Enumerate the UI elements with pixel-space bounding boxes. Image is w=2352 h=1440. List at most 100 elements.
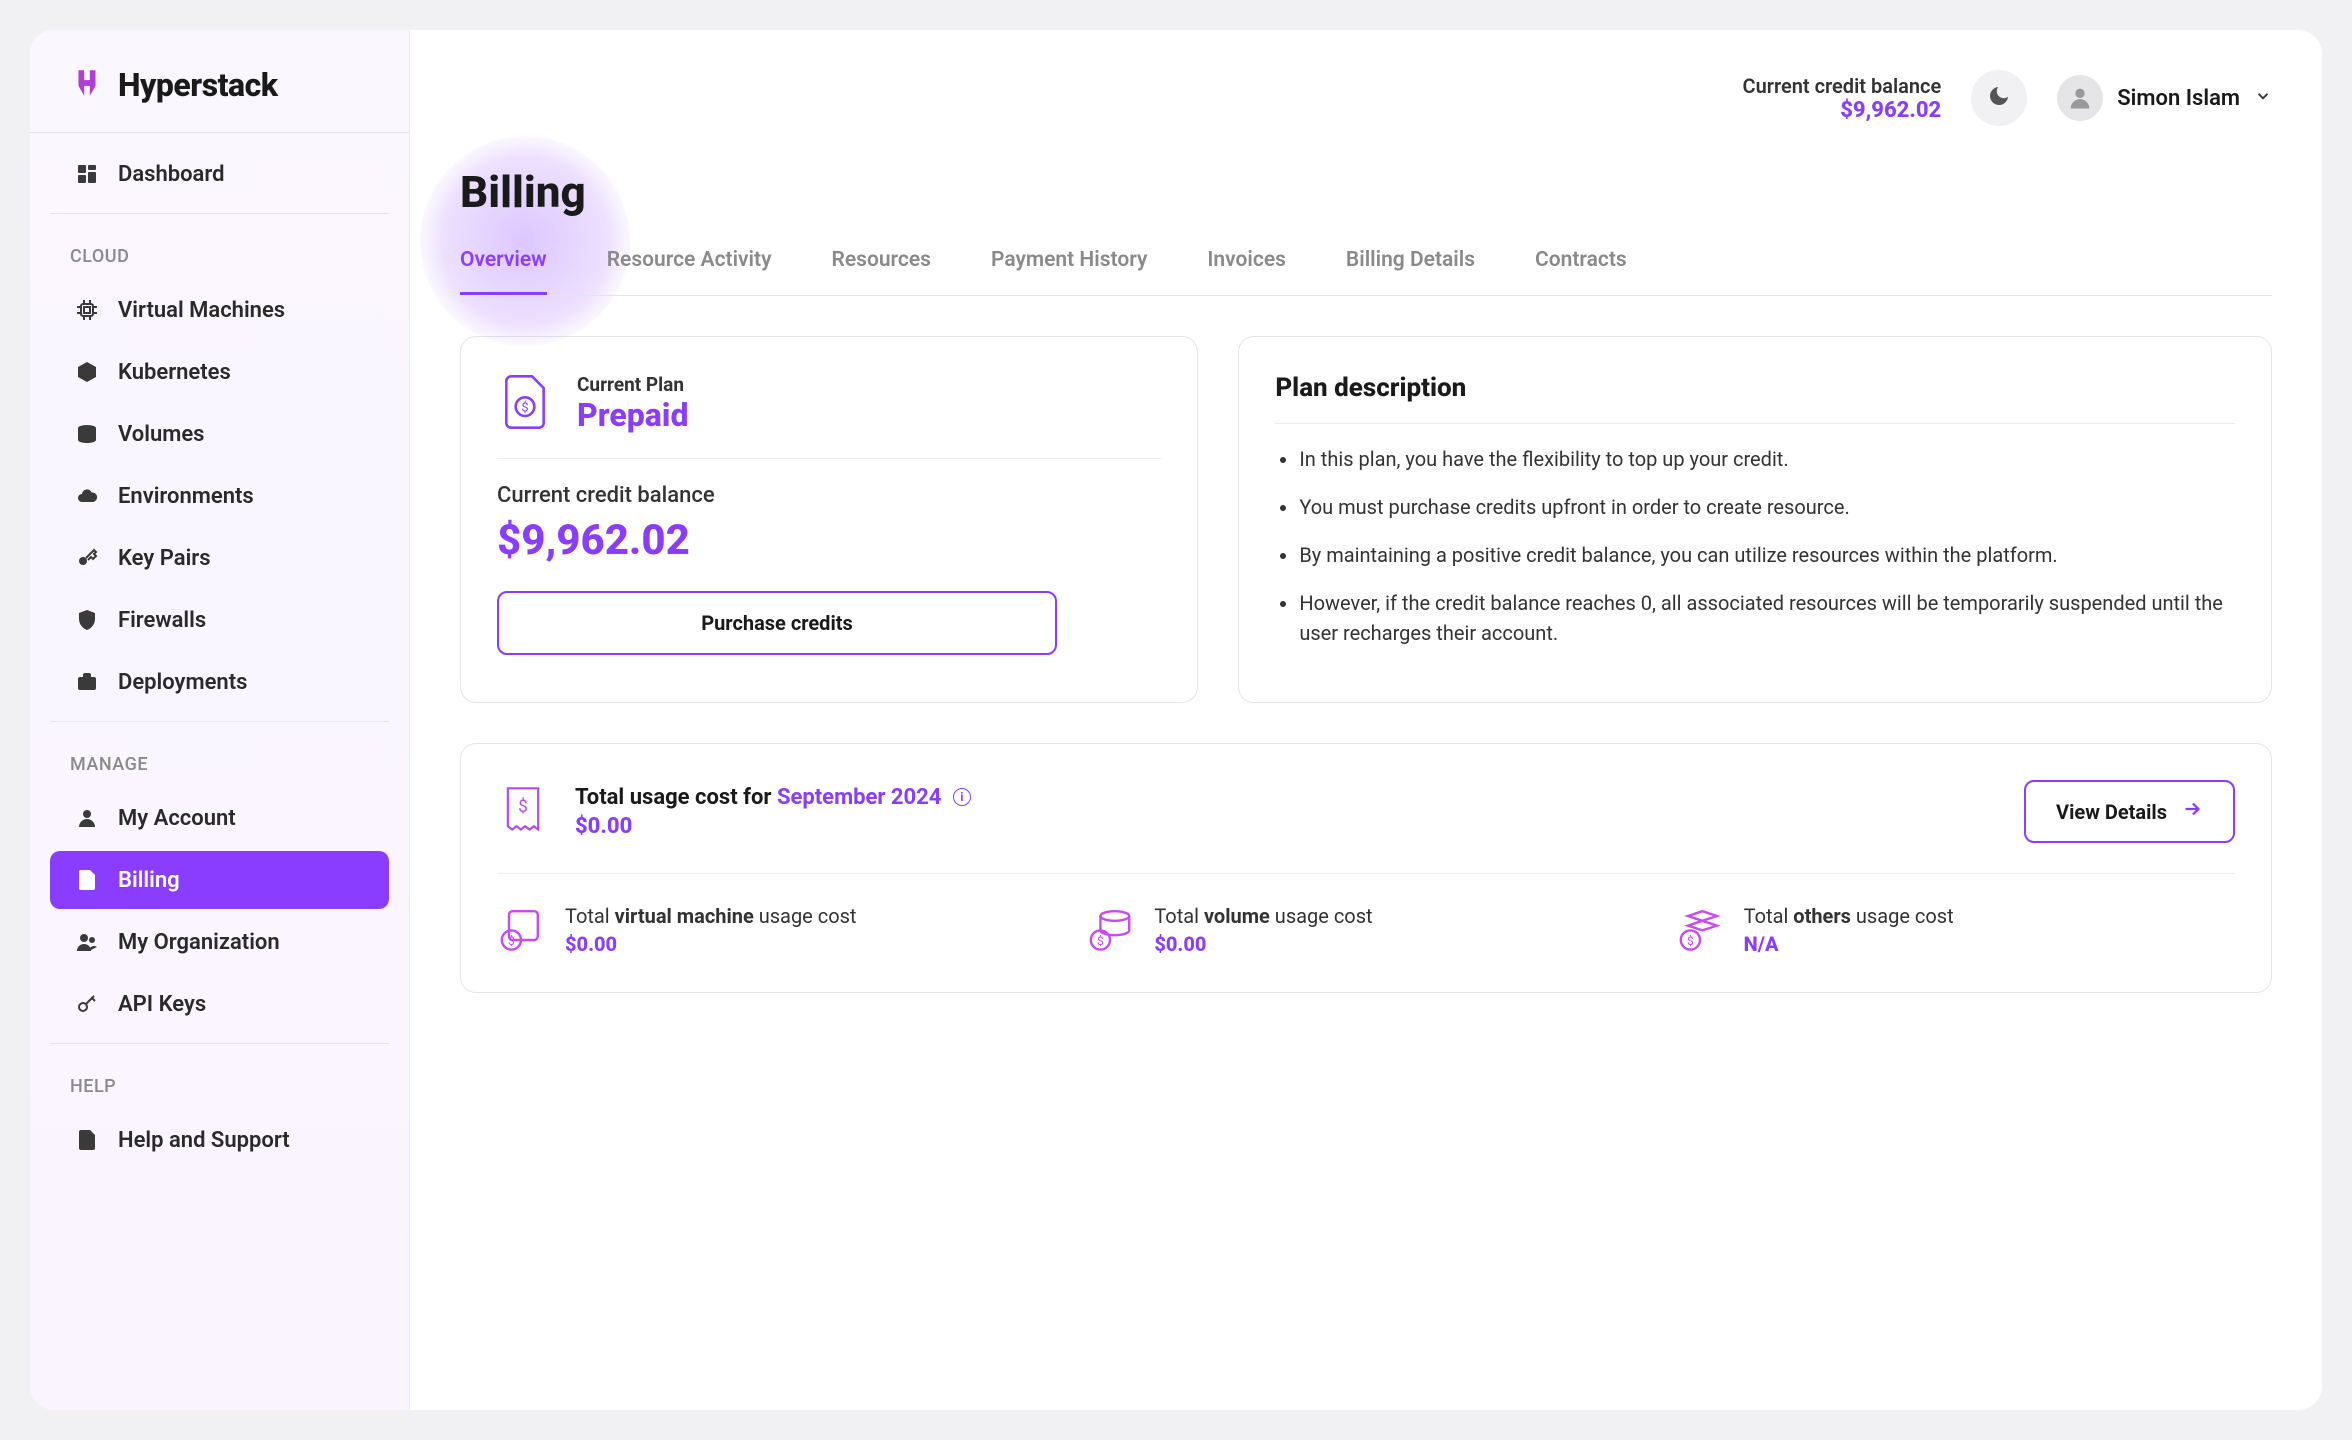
sidebar-item-label: My Organization — [118, 930, 280, 955]
usage-header: $ Total usage cost for September 2024 i … — [497, 780, 2235, 874]
sidebar-item-label: Key Pairs — [118, 546, 211, 571]
brand-logo[interactable]: Hyperstack — [30, 66, 409, 133]
sidebar-item-label: Billing — [118, 868, 180, 893]
sidebar-item-label: API Keys — [118, 992, 206, 1017]
sidebar-item-my-account[interactable]: My Account — [50, 789, 389, 847]
dashboard-icon — [74, 161, 100, 187]
usage-title: Total usage cost for September 2024 i — [575, 785, 971, 810]
sidebar-section-manage: MANAGE — [30, 732, 409, 785]
database-icon — [74, 421, 100, 447]
tab-resource-activity[interactable]: Resource Activity — [607, 248, 772, 295]
plan-file-icon: $ — [497, 374, 553, 434]
sidebar-item-billing[interactable]: Billing — [50, 851, 389, 909]
purchase-credits-button[interactable]: Purchase credits — [497, 591, 1057, 655]
sidebar-item-label: Environments — [118, 484, 254, 509]
usage-card: $ Total usage cost for September 2024 i … — [460, 743, 2272, 993]
chevron-down-icon — [2254, 87, 2272, 109]
sidebar-item-label: Volumes — [118, 422, 205, 447]
sidebar-item-virtual-machines[interactable]: Virtual Machines — [50, 281, 389, 339]
shield-icon — [74, 607, 100, 633]
list-item: In this plan, you have the flexibility t… — [1299, 444, 2235, 474]
content: Billing Overview Resource Activity Resou… — [410, 146, 2322, 1033]
svg-text:$: $ — [521, 400, 528, 415]
avatar — [2057, 75, 2103, 121]
user-name: Simon Islam — [2117, 86, 2240, 111]
list-item: You must purchase credits upfront in ord… — [1299, 492, 2235, 522]
sidebar-item-label: Help and Support — [118, 1128, 290, 1153]
svg-text:$: $ — [508, 934, 515, 948]
sidebar-section-cloud: CLOUD — [30, 224, 409, 277]
usage-item-others: $ Total others usage cost N/A — [1676, 904, 2235, 956]
tab-payment-history[interactable]: Payment History — [991, 248, 1147, 295]
plan-name: Prepaid — [577, 396, 688, 434]
divider — [50, 213, 389, 214]
usage-item-label: Total virtual machine usage cost — [565, 904, 856, 928]
sidebar-item-kubernetes[interactable]: Kubernetes — [50, 343, 389, 401]
sidebar-item-label: Dashboard — [118, 162, 224, 187]
tab-overview[interactable]: Overview — [460, 248, 547, 295]
sidebar-section-help: HELP — [30, 1054, 409, 1107]
sidebar-item-label: Kubernetes — [118, 360, 231, 385]
briefcase-icon — [74, 669, 100, 695]
header: Current credit balance $9,962.02 Simon I… — [410, 30, 2322, 146]
view-details-label: View Details — [2056, 800, 2167, 824]
plan-description-title: Plan description — [1275, 373, 2235, 424]
tab-billing-details[interactable]: Billing Details — [1346, 248, 1475, 295]
plan-description-list: In this plan, you have the flexibility t… — [1275, 444, 2235, 648]
svg-text:$: $ — [1687, 934, 1694, 948]
tab-invoices[interactable]: Invoices — [1207, 248, 1286, 295]
sidebar-item-volumes[interactable]: Volumes — [50, 405, 389, 463]
divider — [50, 1043, 389, 1044]
balance-amount: $9,962.02 — [1743, 98, 1942, 123]
sidebar-item-label: Virtual Machines — [118, 298, 285, 323]
svg-text:$: $ — [518, 797, 528, 817]
logo-icon — [70, 66, 104, 104]
credit-balance-label: Current credit balance — [497, 483, 1161, 508]
key-icon — [74, 991, 100, 1017]
theme-toggle[interactable] — [1971, 70, 2027, 126]
usage-item-label: Total volume usage cost — [1154, 904, 1372, 928]
brand-name: Hyperstack — [118, 66, 278, 104]
divider — [50, 721, 389, 722]
sidebar-item-deployments[interactable]: Deployments — [50, 653, 389, 711]
plan-header: $ Current Plan Prepaid — [497, 373, 1161, 459]
usage-breakdown: $ Total virtual machine usage cost $0.00… — [497, 904, 2235, 956]
moon-icon — [1987, 84, 2011, 112]
sidebar-item-key-pairs[interactable]: Key Pairs — [50, 529, 389, 587]
usage-item-volume: $ Total volume usage cost $0.00 — [1086, 904, 1645, 956]
tab-contracts[interactable]: Contracts — [1535, 248, 1627, 295]
users-icon — [74, 929, 100, 955]
list-item: However, if the credit balance reaches 0… — [1299, 588, 2235, 648]
plan-card: $ Current Plan Prepaid Current credit ba… — [460, 336, 1198, 703]
tabs: Overview Resource Activity Resources Pay… — [460, 248, 2272, 296]
info-icon[interactable]: i — [953, 788, 971, 806]
usage-total: $0.00 — [575, 814, 971, 839]
sidebar-item-my-organization[interactable]: My Organization — [50, 913, 389, 971]
sidebar: Hyperstack Dashboard CLOUD Virtual Machi… — [30, 30, 410, 1410]
list-item: By maintaining a positive credit balance… — [1299, 540, 2235, 570]
sidebar-item-environments[interactable]: Environments — [50, 467, 389, 525]
sidebar-item-label: My Account — [118, 806, 236, 831]
tab-resources[interactable]: Resources — [832, 248, 931, 295]
main: Current credit balance $9,962.02 Simon I… — [410, 30, 2322, 1410]
usage-item-value: $0.00 — [1154, 932, 1372, 956]
plan-description-card: Plan description In this plan, you have … — [1238, 336, 2272, 703]
usage-month: September 2024 — [777, 785, 941, 810]
sidebar-item-help-support[interactable]: Help and Support — [50, 1111, 389, 1169]
sidebar-item-api-keys[interactable]: API Keys — [50, 975, 389, 1033]
sidebar-item-firewalls[interactable]: Firewalls — [50, 591, 389, 649]
svg-text:$: $ — [1097, 934, 1104, 948]
sidebar-item-label: Deployments — [118, 670, 247, 695]
cpu-icon — [74, 297, 100, 323]
document-icon — [74, 1127, 100, 1153]
app-frame: Hyperstack Dashboard CLOUD Virtual Machi… — [30, 30, 2322, 1410]
user-menu[interactable]: Simon Islam — [2057, 75, 2272, 121]
key-icon — [74, 545, 100, 571]
vm-cost-icon: $ — [497, 904, 545, 956]
view-details-button[interactable]: View Details — [2024, 780, 2235, 843]
user-icon — [74, 805, 100, 831]
volume-cost-icon: $ — [1086, 904, 1134, 956]
sidebar-item-label: Firewalls — [118, 608, 206, 633]
usage-item-value: N/A — [1744, 932, 1954, 956]
sidebar-item-dashboard[interactable]: Dashboard — [50, 145, 389, 203]
